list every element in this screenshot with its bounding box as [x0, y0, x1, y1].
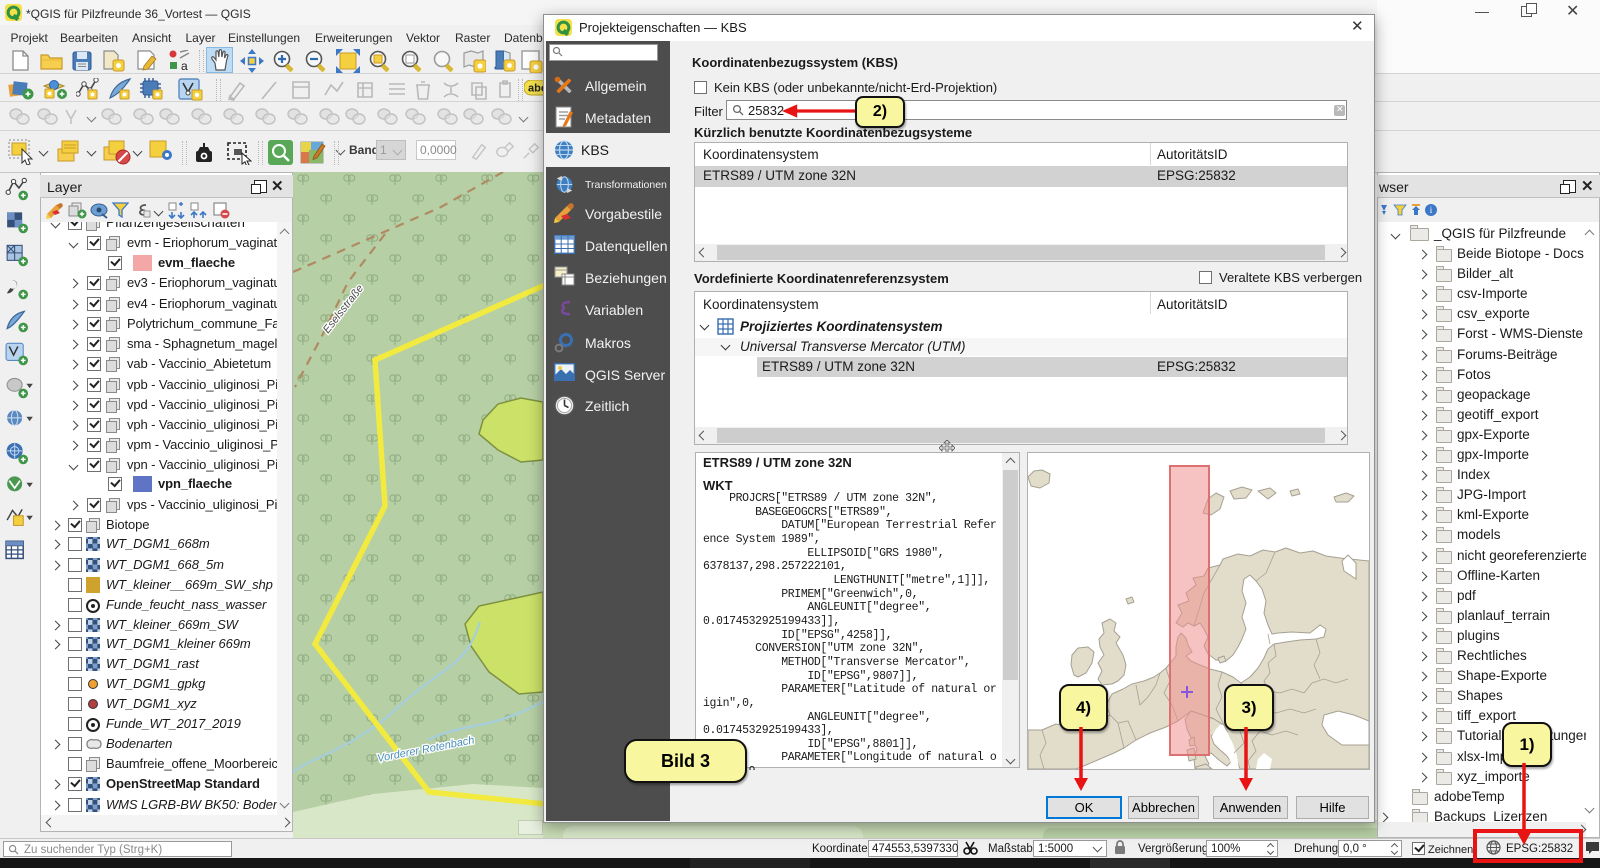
svg-text:a: a — [181, 59, 188, 72]
